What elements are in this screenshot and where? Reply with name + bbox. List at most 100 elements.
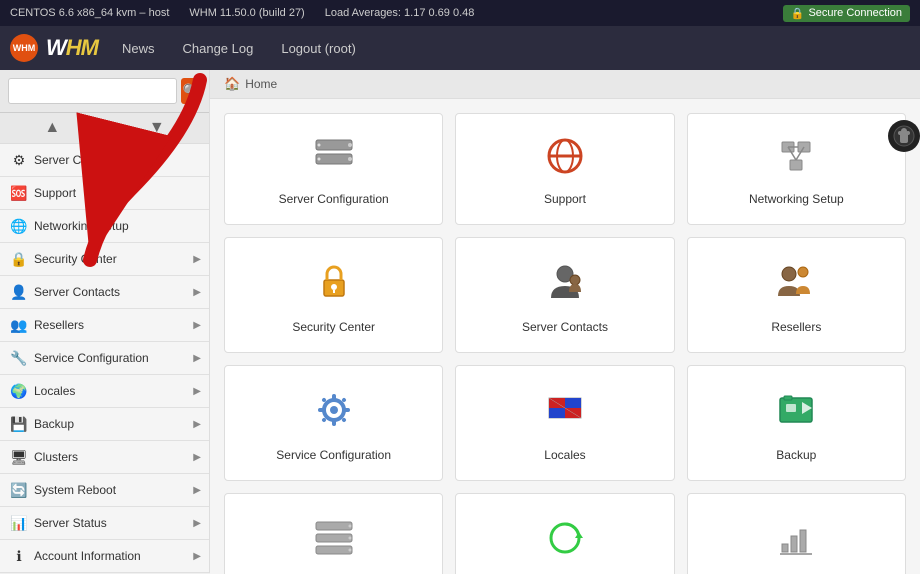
- topbar: CENTOS 6.6 x86_64 kvm – host WHM 11.50.0…: [0, 0, 920, 26]
- card-support[interactable]: Support: [455, 113, 674, 225]
- whm-logo-text: WHM: [46, 35, 98, 61]
- sidebar-item-label: Server Status: [34, 516, 193, 530]
- card-resellers[interactable]: Resellers: [687, 237, 906, 353]
- nav-logout[interactable]: Logout (root): [267, 26, 369, 70]
- sidebar-search-bar: 🔍: [0, 70, 209, 113]
- card-locales[interactable]: Locales: [455, 365, 674, 481]
- sidebar: 🔍 ▲ ▼ ⚙ Server Configuration 🆘 Support 🌐…: [0, 70, 210, 573]
- status-card-icon: [774, 516, 818, 566]
- support-card-icon: [543, 136, 587, 182]
- card-networking[interactable]: Networking Setup: [687, 113, 906, 225]
- resellers-card-icon: [774, 260, 818, 310]
- service-config-card-icon: [312, 388, 356, 438]
- chevron-right-icon: ▶: [193, 419, 201, 430]
- backup-icon: 💾: [10, 415, 28, 433]
- card-service-config[interactable]: Service Configuration: [224, 365, 443, 481]
- chevron-right-icon: ▶: [193, 353, 201, 364]
- sidebar-item-server-config[interactable]: ⚙ Server Configuration: [0, 144, 209, 177]
- chevron-right-icon: ▶: [193, 485, 201, 496]
- system-info: CENTOS 6.6 x86_64 kvm – host: [10, 7, 169, 19]
- card-label: Service Configuration: [276, 448, 391, 462]
- nav-changelog[interactable]: Change Log: [169, 26, 268, 70]
- contacts-icon: 👤: [10, 283, 28, 301]
- networking-icon: 🌐: [10, 217, 28, 235]
- status-icon: 📊: [10, 514, 28, 532]
- card-label: Security Center: [292, 320, 375, 334]
- sidebar-item-service-config[interactable]: 🔧 Service Configuration ▶: [0, 342, 209, 375]
- card-label: Support: [544, 192, 586, 206]
- service-config-icon: 🔧: [10, 349, 28, 367]
- resellers-icon: 👥: [10, 316, 28, 334]
- chevron-right-icon: ▶: [193, 518, 201, 529]
- chevron-right-icon: ▶: [193, 452, 201, 463]
- breadcrumb: 🏠 Home: [210, 70, 920, 99]
- help-button[interactable]: [888, 120, 920, 152]
- locales-icon: 🌍: [10, 382, 28, 400]
- card-backup[interactable]: Backup: [687, 365, 906, 481]
- sidebar-item-networking[interactable]: 🌐 Networking Setup: [0, 210, 209, 243]
- clusters-icon: 🖥: [10, 448, 28, 466]
- main-panel: 🏠 Home Server Configuration: [210, 70, 920, 574]
- sidebar-up-button[interactable]: ▲: [0, 113, 105, 143]
- account-icon: ℹ: [10, 547, 28, 565]
- sidebar-item-clusters[interactable]: 🖥 Clusters ▶: [0, 441, 209, 474]
- card-security[interactable]: Security Center: [224, 237, 443, 353]
- card-status[interactable]: Server Status: [687, 493, 906, 574]
- sidebar-item-resellers[interactable]: 👥 Resellers ▶: [0, 309, 209, 342]
- chevron-right-icon: ▶: [193, 287, 201, 298]
- sidebar-item-label: Server Configuration: [34, 153, 201, 167]
- main-grid: Server Configuration Support: [210, 99, 920, 574]
- chevron-right-icon: ▶: [193, 254, 201, 265]
- card-label: Networking Setup: [749, 192, 844, 206]
- chevron-right-icon: ▶: [193, 551, 201, 562]
- navbar: WHM WHM News Change Log Logout (root): [0, 26, 920, 70]
- sidebar-item-label: Resellers: [34, 318, 193, 332]
- nav-news[interactable]: News: [108, 26, 169, 70]
- search-input[interactable]: [8, 78, 177, 104]
- sidebar-item-status[interactable]: 📊 Server Status ▶: [0, 507, 209, 540]
- sidebar-item-label: System Reboot: [34, 483, 193, 497]
- sidebar-item-reboot[interactable]: 🔄 System Reboot ▶: [0, 474, 209, 507]
- card-clusters[interactable]: Clusters: [224, 493, 443, 574]
- sidebar-item-label: Account Information: [34, 549, 193, 563]
- chevron-right-icon: ▶: [193, 320, 201, 331]
- support-icon: 🆘: [10, 184, 28, 202]
- sidebar-item-label: Backup: [34, 417, 193, 431]
- sidebar-item-locales[interactable]: 🌍 Locales ▶: [0, 375, 209, 408]
- backup-card-icon: [774, 388, 818, 438]
- server-config-icon: ⚙: [10, 151, 28, 169]
- sidebar-item-contacts[interactable]: 👤 Server Contacts ▶: [0, 276, 209, 309]
- sidebar-item-label: Service Configuration: [34, 351, 193, 365]
- security-icon: 🔒: [10, 250, 28, 268]
- sidebar-item-security[interactable]: 🔒 Security Center ▶: [0, 243, 209, 276]
- locales-card-icon: [543, 388, 587, 438]
- card-reboot[interactable]: System Reboot: [455, 493, 674, 574]
- networking-card-icon: [774, 136, 818, 182]
- load-averages: Load Averages: 1.17 0.69 0.48: [325, 7, 475, 19]
- reboot-icon: 🔄: [10, 481, 28, 499]
- card-label: Server Configuration: [279, 192, 389, 206]
- whm-version: WHM 11.50.0 (build 27): [189, 7, 304, 19]
- home-icon: 🏠: [224, 76, 240, 92]
- sidebar-item-label: Locales: [34, 384, 193, 398]
- card-label: Resellers: [771, 320, 821, 334]
- card-label: Locales: [544, 448, 585, 462]
- card-server-config[interactable]: Server Configuration: [224, 113, 443, 225]
- sidebar-item-account[interactable]: ℹ Account Information ▶: [0, 540, 209, 573]
- card-label: Server Contacts: [522, 320, 608, 334]
- reboot-card-icon: [543, 516, 587, 566]
- sidebar-item-backup[interactable]: 💾 Backup ▶: [0, 408, 209, 441]
- search-button[interactable]: 🔍: [181, 78, 201, 104]
- sidebar-wrapper: 🔍 ▲ ▼ ⚙ Server Configuration 🆘 Support 🌐…: [0, 70, 210, 574]
- sidebar-nav-arrows: ▲ ▼: [0, 113, 209, 144]
- card-label: Backup: [776, 448, 816, 462]
- sidebar-down-button[interactable]: ▼: [105, 113, 210, 143]
- clusters-card-icon: [312, 518, 356, 564]
- server-config-card-icon: [312, 136, 356, 182]
- content-area: 🔍 ▲ ▼ ⚙ Server Configuration 🆘 Support 🌐…: [0, 70, 920, 574]
- sidebar-item-label: Networking Setup: [34, 219, 201, 233]
- lock-icon: 🔒: [791, 7, 805, 20]
- card-contacts[interactable]: Server Contacts: [455, 237, 674, 353]
- sidebar-item-label: Security Center: [34, 252, 193, 266]
- sidebar-item-support[interactable]: 🆘 Support: [0, 177, 209, 210]
